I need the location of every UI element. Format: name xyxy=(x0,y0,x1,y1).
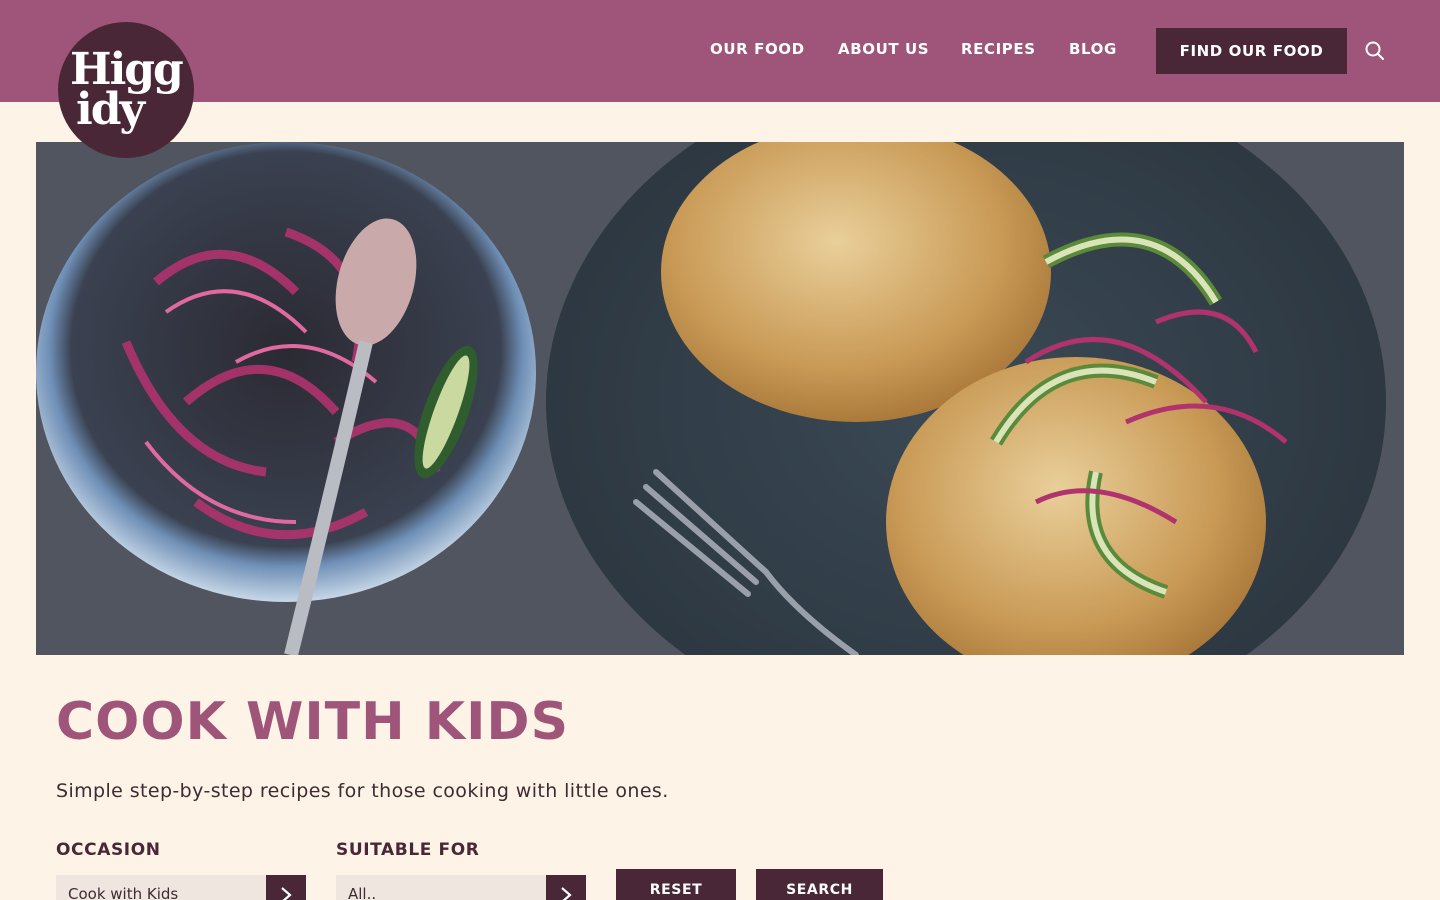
nav-our-food[interactable]: OUR FOOD xyxy=(710,40,805,58)
search-button[interactable]: SEARCH xyxy=(756,869,883,900)
nav-about-us[interactable]: ABOUT US xyxy=(838,40,929,58)
suitable-for-value: All.. xyxy=(348,885,377,900)
higgidy-logo[interactable]: Higg idy xyxy=(58,22,194,158)
occasion-select[interactable]: Cook with Kids xyxy=(56,875,306,900)
occasion-value: Cook with Kids xyxy=(68,885,179,900)
page-subtitle: Simple step-by-step recipes for those co… xyxy=(56,780,669,802)
site-header: OUR FOOD ABOUT US RECIPES BLOG FIND OUR … xyxy=(0,0,1440,102)
find-our-food-button[interactable]: FIND OUR FOOD xyxy=(1156,28,1347,74)
page-title: COOK WITH KIDS xyxy=(56,692,570,752)
chevron-right-icon[interactable] xyxy=(266,875,306,900)
nav-recipes[interactable]: RECIPES xyxy=(961,40,1036,58)
chevron-right-icon[interactable] xyxy=(546,875,586,900)
reset-button[interactable]: RESET xyxy=(616,869,736,900)
suitable-for-label: SUITABLE FOR xyxy=(336,840,480,860)
occasion-label: OCCASION xyxy=(56,840,161,860)
nav-blog[interactable]: BLOG xyxy=(1069,40,1117,58)
suitable-for-select[interactable]: All.. xyxy=(336,875,586,900)
hero-image xyxy=(36,142,1404,655)
logo-text-line2: idy xyxy=(76,84,145,135)
search-icon[interactable] xyxy=(1364,40,1386,62)
